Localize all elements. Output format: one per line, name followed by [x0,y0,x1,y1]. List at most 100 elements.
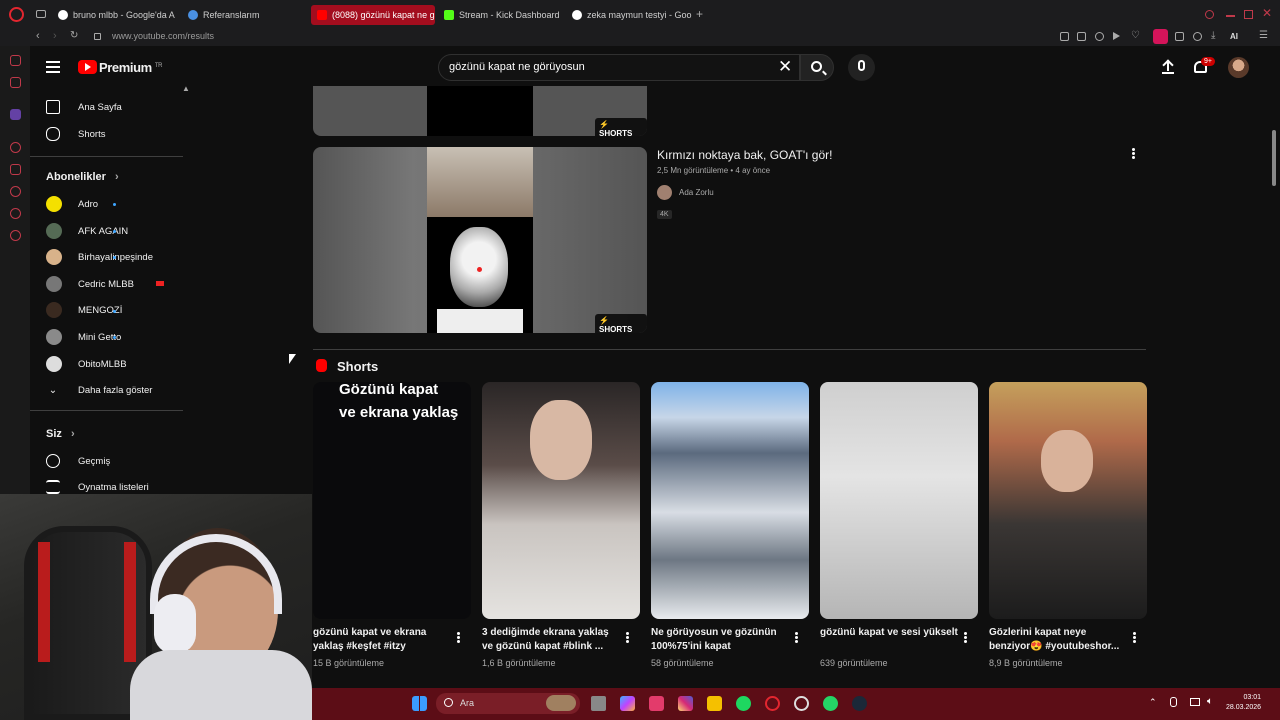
messenger-icon[interactable] [10,77,21,88]
short-title[interactable]: 3 dediğimde ekrana yaklaş ve gözünü kapa… [482,626,622,654]
sidebar-item-obitomlbb[interactable]: ObitoMLBB [46,354,127,374]
windows-start-icon[interactable] [412,696,427,711]
more-actions-icon[interactable] [1133,636,1136,639]
spotify-icon[interactable] [736,696,751,711]
minimize-icon[interactable] [1226,15,1235,17]
short-thumbnail[interactable] [820,382,978,619]
more-actions-icon[interactable] [795,636,798,639]
video-thumbnail[interactable]: ⚡ SHORTS [313,147,647,333]
youtube-premium-logo[interactable]: Premium TR [99,60,162,75]
show-more-button[interactable]: ⌄ Daha fazla göster [46,380,153,400]
player-icon[interactable] [10,142,21,153]
back-icon[interactable]: ‹ [36,30,40,42]
extension-icon[interactable] [1175,32,1184,41]
sidebar-item-history[interactable]: Geçmiş [46,451,110,471]
obs-icon[interactable] [794,696,809,711]
reload-icon[interactable]: ↻ [70,30,78,41]
play-icon[interactable] [1113,32,1120,40]
sidebar-item-mini-getto[interactable]: Mini Getto [46,327,121,347]
steam-icon[interactable] [852,696,867,711]
new-content-dot [113,203,116,206]
download-icon[interactable]: ⤓ [1211,30,1215,41]
profile-icon[interactable] [1193,32,1202,41]
more-actions-icon[interactable] [964,636,967,639]
new-tab-button[interactable]: + [696,7,703,21]
sidebar-item-home[interactable]: Ana Sayfa [46,97,122,117]
tab-kick-dashboard[interactable]: Stream - Kick Dashboard [438,5,562,25]
close-window-icon[interactable]: ✕ [1262,6,1272,20]
more-actions-icon[interactable] [626,636,629,639]
maximize-icon[interactable] [1244,10,1253,19]
sidebar-item-adro[interactable]: Adro [46,194,98,214]
extension-active-icon[interactable] [1153,29,1168,44]
short-title[interactable]: gözünü kapat ve sesi yükselt [820,626,960,640]
thumbnail-overlay-text: Gözünü kapat ve ekrana yaklaş [339,382,459,421]
short-title[interactable]: gözünü kapat ve ekrana yaklaş #keşfet #i… [313,626,453,654]
forward-icon[interactable]: › [53,30,57,42]
create-upload-icon[interactable] [1162,60,1174,74]
store-icon[interactable] [649,696,664,711]
short-title[interactable]: Ne görüyosun ve gözünün 100%75'ini kapat [651,626,791,654]
task-view-icon[interactable] [591,696,606,711]
opera-logo-icon[interactable] [9,7,24,22]
url-field[interactable]: www.youtube.com/results [112,31,214,41]
settings-rail-icon[interactable] [10,230,21,241]
short-thumbnail[interactable]: Gözünü kapat ve ekrana yaklaş [313,382,471,619]
microphone-tray-icon[interactable] [1170,697,1177,707]
vpn-icon[interactable] [1095,32,1104,41]
account-avatar[interactable] [1228,57,1249,78]
voice-search-button[interactable] [848,54,875,81]
speed-dial-icon[interactable] [10,55,21,66]
sidebar-item-birhayalinpesinde[interactable]: Birhayalinpeşinde [46,247,153,267]
short-thumbnail[interactable] [651,382,809,619]
copilot-icon[interactable] [620,696,635,711]
tab-youtube-active[interactable]: (8088) gözünü kapat ne g [311,5,435,25]
search-tabs-icon[interactable] [1205,10,1214,19]
search-button[interactable] [800,54,834,81]
more-actions-icon[interactable] [457,636,460,639]
video-title[interactable]: Kırmızı noktaya bak, GOAT'ı gör! [657,148,832,162]
tab-label: zeka maymun testyi - Goo [587,10,692,20]
extensions-rail-icon[interactable] [10,208,21,219]
volume-icon[interactable]: 🔈︎ [1207,696,1213,707]
menu-icon[interactable]: ☰ [1259,30,1268,41]
more-actions-icon[interactable] [1132,152,1135,155]
section-divider [313,349,1146,350]
bookmark-icon[interactable] [1060,32,1069,41]
tab-references[interactable]: Referanslarım [182,5,306,25]
opera-taskbar-icon[interactable] [765,696,780,711]
taskbar-clock[interactable]: 03:01 28.03.2026 [1226,693,1261,713]
tab-google-search[interactable]: bruno mlbb - Google'da A [52,5,176,25]
hamburger-menu-icon[interactable] [46,61,60,73]
video-thumbnail[interactable]: ⚡ SHORTS [313,86,647,136]
short-title[interactable]: Gözlerini kapat neye benziyor😍 #youtubes… [989,626,1129,654]
tab-google-search-2[interactable]: zeka maymun testyi - Goo [566,5,692,25]
short-thumbnail[interactable] [482,382,640,619]
taskbar-search-input[interactable]: Ara [436,693,580,714]
tray-chevron-up-icon[interactable]: ⌃ [1149,697,1157,708]
channel-avatar[interactable] [657,185,672,200]
search-query[interactable]: gözünü kapat ne görüyosun [449,61,585,73]
display-tray-icon[interactable] [1190,698,1200,706]
clear-search-icon[interactable]: ✕ [778,57,792,77]
snapshot-icon[interactable] [1077,32,1086,41]
twitch-icon[interactable] [10,109,21,120]
subscriptions-heading[interactable]: Abonelikler › [46,171,119,183]
sidebar-scroll-up-icon[interactable]: ▲ [182,84,190,93]
whatsapp-icon[interactable] [823,696,838,711]
sidebar-item-shorts[interactable]: Shorts [46,124,105,144]
short-thumbnail[interactable] [989,382,1147,619]
sidebar-item-cedric-mlbb[interactable]: Cedric MLBB [46,274,134,294]
ai-button[interactable]: AI [1230,32,1238,41]
page-scrollbar[interactable] [1272,130,1276,186]
file-explorer-icon[interactable] [707,696,722,711]
sidebar-item-mengozi[interactable]: MENGOZİ [46,300,122,320]
you-heading[interactable]: Siz › [46,428,75,440]
youtube-logo-icon[interactable] [78,60,97,74]
wallet-icon[interactable] [10,164,21,175]
instagram-icon[interactable] [678,696,693,711]
channel-name[interactable]: Ada Zorlu [679,188,714,197]
heart-icon[interactable]: ♡ [1131,30,1140,41]
tab-overview-icon[interactable] [36,10,46,18]
history-rail-icon[interactable] [10,186,21,197]
